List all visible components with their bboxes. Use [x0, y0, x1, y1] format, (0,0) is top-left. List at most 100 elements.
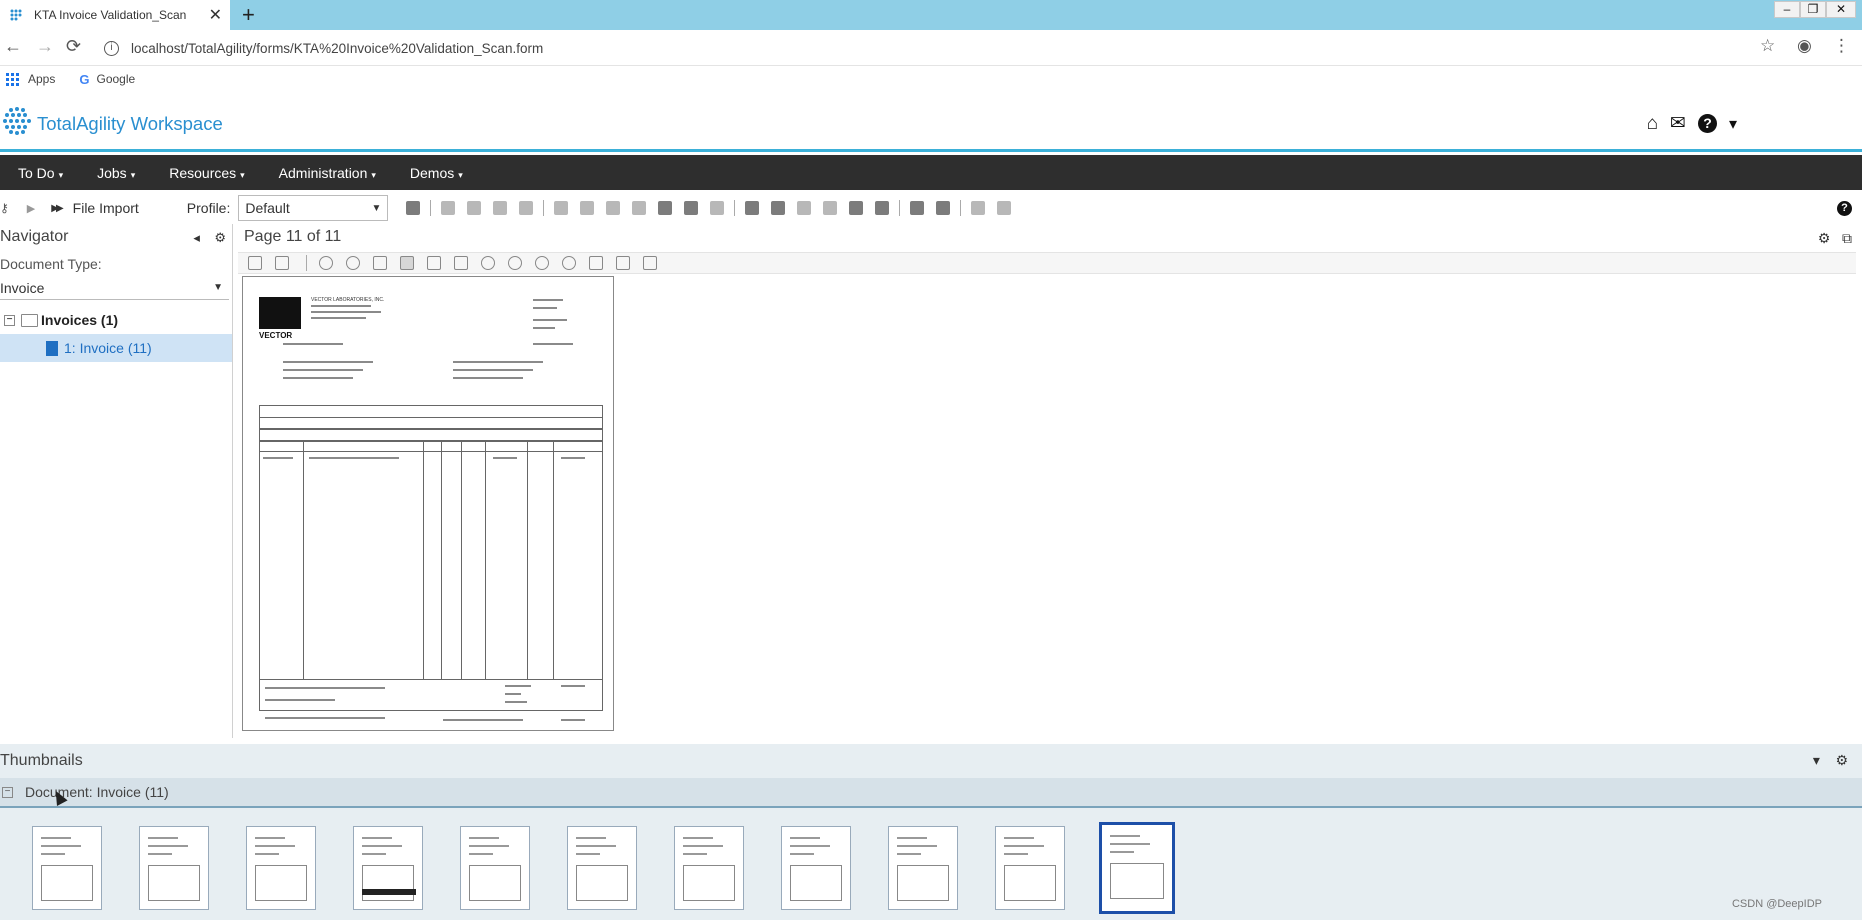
- chevron-down-icon: ▾: [240, 169, 245, 180]
- fast-forward-icon[interactable]: ▶▶: [51, 203, 64, 214]
- page-thumbnail[interactable]: [1099, 822, 1175, 914]
- annotation-icon[interactable]: [248, 256, 262, 270]
- document-action-icon[interactable]: [554, 201, 569, 215]
- forward-icon[interactable]: →: [36, 36, 54, 57]
- invoice-page-image[interactable]: VECTOR VECTOR LABORATORIES, INC.: [242, 276, 614, 731]
- text-line: [533, 299, 563, 301]
- batch-action-icon[interactable]: [797, 201, 812, 215]
- document-action-icon[interactable]: [632, 201, 647, 215]
- fit-height-icon[interactable]: [454, 256, 468, 270]
- minimize-window-icon[interactable]: –: [1774, 1, 1800, 18]
- document-type-select[interactable]: Invoice ▼: [0, 276, 229, 300]
- menu-resources[interactable]: Resources ▾: [169, 165, 244, 181]
- page-thumbnail[interactable]: [674, 826, 744, 910]
- thumbnail-text-line: [1110, 851, 1134, 853]
- page-thumbnail[interactable]: [353, 826, 423, 910]
- page-thumbnail[interactable]: [888, 826, 958, 910]
- reload-icon[interactable]: ⟳: [66, 36, 81, 57]
- gear-icon[interactable]: ⚙: [214, 230, 226, 245]
- delete-document-icon[interactable]: [684, 201, 699, 215]
- page-thumbnail[interactable]: [567, 826, 637, 910]
- copy-page-icon[interactable]: [589, 256, 603, 270]
- redo-icon[interactable]: [936, 201, 951, 215]
- file-import-button[interactable]: File Import: [73, 200, 139, 216]
- bookmark-apps[interactable]: Apps: [6, 72, 55, 86]
- app-brand-title[interactable]: TotalAgility Workspace: [37, 113, 223, 135]
- page-action-icon[interactable]: [519, 201, 534, 215]
- back-icon[interactable]: ←: [4, 36, 22, 57]
- browser-tab[interactable]: KTA Invoice Validation_Scan ✕: [0, 0, 230, 30]
- scanner-icon[interactable]: ⚷: [0, 201, 9, 215]
- rotate-reset-icon[interactable]: [562, 256, 576, 270]
- page-action-icon[interactable]: [467, 201, 482, 215]
- toolbar-help-icon[interactable]: ?: [1837, 200, 1852, 216]
- page-thumbnail[interactable]: [32, 826, 102, 910]
- page-thumbnail[interactable]: [781, 826, 851, 910]
- delete-batch-icon[interactable]: [875, 201, 890, 215]
- menu-to-do[interactable]: To Do ▾: [18, 165, 63, 181]
- rotate-180-icon[interactable]: [535, 256, 549, 270]
- fit-page-icon[interactable]: [400, 256, 414, 270]
- bookmark-google[interactable]: G Google: [79, 72, 135, 87]
- page-thumbnail[interactable]: [246, 826, 316, 910]
- menu-administration[interactable]: Administration ▾: [279, 165, 376, 181]
- restore-window-icon[interactable]: ❐: [1800, 1, 1826, 18]
- batch-action-icon[interactable]: [745, 201, 760, 215]
- page-action-icon[interactable]: [493, 201, 508, 215]
- bookmark-label: Google: [96, 72, 136, 86]
- fit-width-icon[interactable]: [427, 256, 441, 270]
- document-action-icon[interactable]: [710, 201, 725, 215]
- help-icon[interactable]: ?: [1697, 114, 1717, 133]
- document-action-icon[interactable]: [658, 201, 673, 215]
- menu-demos[interactable]: Demos ▾: [410, 165, 463, 181]
- comment-icon[interactable]: [275, 256, 289, 270]
- table-column: [423, 441, 424, 679]
- url-field[interactable]: i localhost/TotalAgility/forms/KTA%20Inv…: [104, 34, 1824, 62]
- close-window-icon[interactable]: ✕: [1826, 1, 1856, 18]
- chevron-down-icon[interactable]: ▾: [1813, 752, 1820, 768]
- zoom-out-icon[interactable]: [346, 256, 360, 270]
- move-page-icon[interactable]: [616, 256, 630, 270]
- zoom-in-icon[interactable]: [319, 256, 333, 270]
- tree-node-invoices[interactable]: − Invoices (1): [4, 312, 118, 328]
- popout-icon[interactable]: ⧉: [1842, 230, 1852, 246]
- validate-icon[interactable]: [971, 201, 986, 215]
- collapse-left-icon[interactable]: ◂: [193, 230, 200, 245]
- thumbnail-text-line: [148, 853, 172, 855]
- account-icon[interactable]: ◉: [1797, 36, 1812, 56]
- batch-action-icon[interactable]: [823, 201, 838, 215]
- home-icon[interactable]: ⌂: [1647, 113, 1658, 135]
- bookmark-label: Apps: [28, 72, 56, 86]
- gear-icon[interactable]: ⚙: [1835, 752, 1848, 768]
- mail-icon[interactable]: ✉: [1670, 112, 1686, 135]
- gear-icon[interactable]: ⚙: [1818, 230, 1831, 246]
- new-tab-icon[interactable]: +: [242, 3, 255, 27]
- user-icon[interactable]: ▾: [1729, 114, 1737, 134]
- thumbnail-group-header[interactable]: − Document: Invoice (11): [0, 778, 1862, 808]
- batch-action-icon[interactable]: [771, 201, 786, 215]
- menu-jobs[interactable]: Jobs ▾: [97, 165, 135, 181]
- zoom-selection-icon[interactable]: [373, 256, 387, 270]
- page-action-icon[interactable]: [441, 201, 456, 215]
- lightning-icon[interactable]: [997, 201, 1012, 215]
- browser-menu-icon[interactable]: ⋮: [1833, 36, 1850, 56]
- batch-action-icon[interactable]: [849, 201, 864, 215]
- undo-icon[interactable]: [910, 201, 925, 215]
- tree-node-invoice-document[interactable]: 1: Invoice (11): [0, 334, 232, 362]
- page-thumbnail[interactable]: [460, 826, 530, 910]
- scan-icon[interactable]: [406, 201, 421, 215]
- page-thumbnail[interactable]: [995, 826, 1065, 910]
- site-info-icon[interactable]: i: [104, 40, 119, 56]
- swap-page-icon[interactable]: [643, 256, 657, 270]
- rotate-left-icon[interactable]: [481, 256, 495, 270]
- collapse-toggle-icon[interactable]: −: [2, 786, 13, 798]
- bookmark-star-icon[interactable]: ☆: [1760, 36, 1775, 56]
- collapse-toggle-icon[interactable]: −: [4, 314, 15, 326]
- close-tab-icon[interactable]: ✕: [209, 5, 222, 25]
- play-icon[interactable]: ▶: [27, 202, 35, 215]
- page-thumbnail[interactable]: [139, 826, 209, 910]
- document-action-icon[interactable]: [606, 201, 621, 215]
- rotate-right-icon[interactable]: [508, 256, 522, 270]
- profile-select[interactable]: Default ▼: [238, 195, 389, 221]
- document-action-icon[interactable]: [580, 201, 595, 215]
